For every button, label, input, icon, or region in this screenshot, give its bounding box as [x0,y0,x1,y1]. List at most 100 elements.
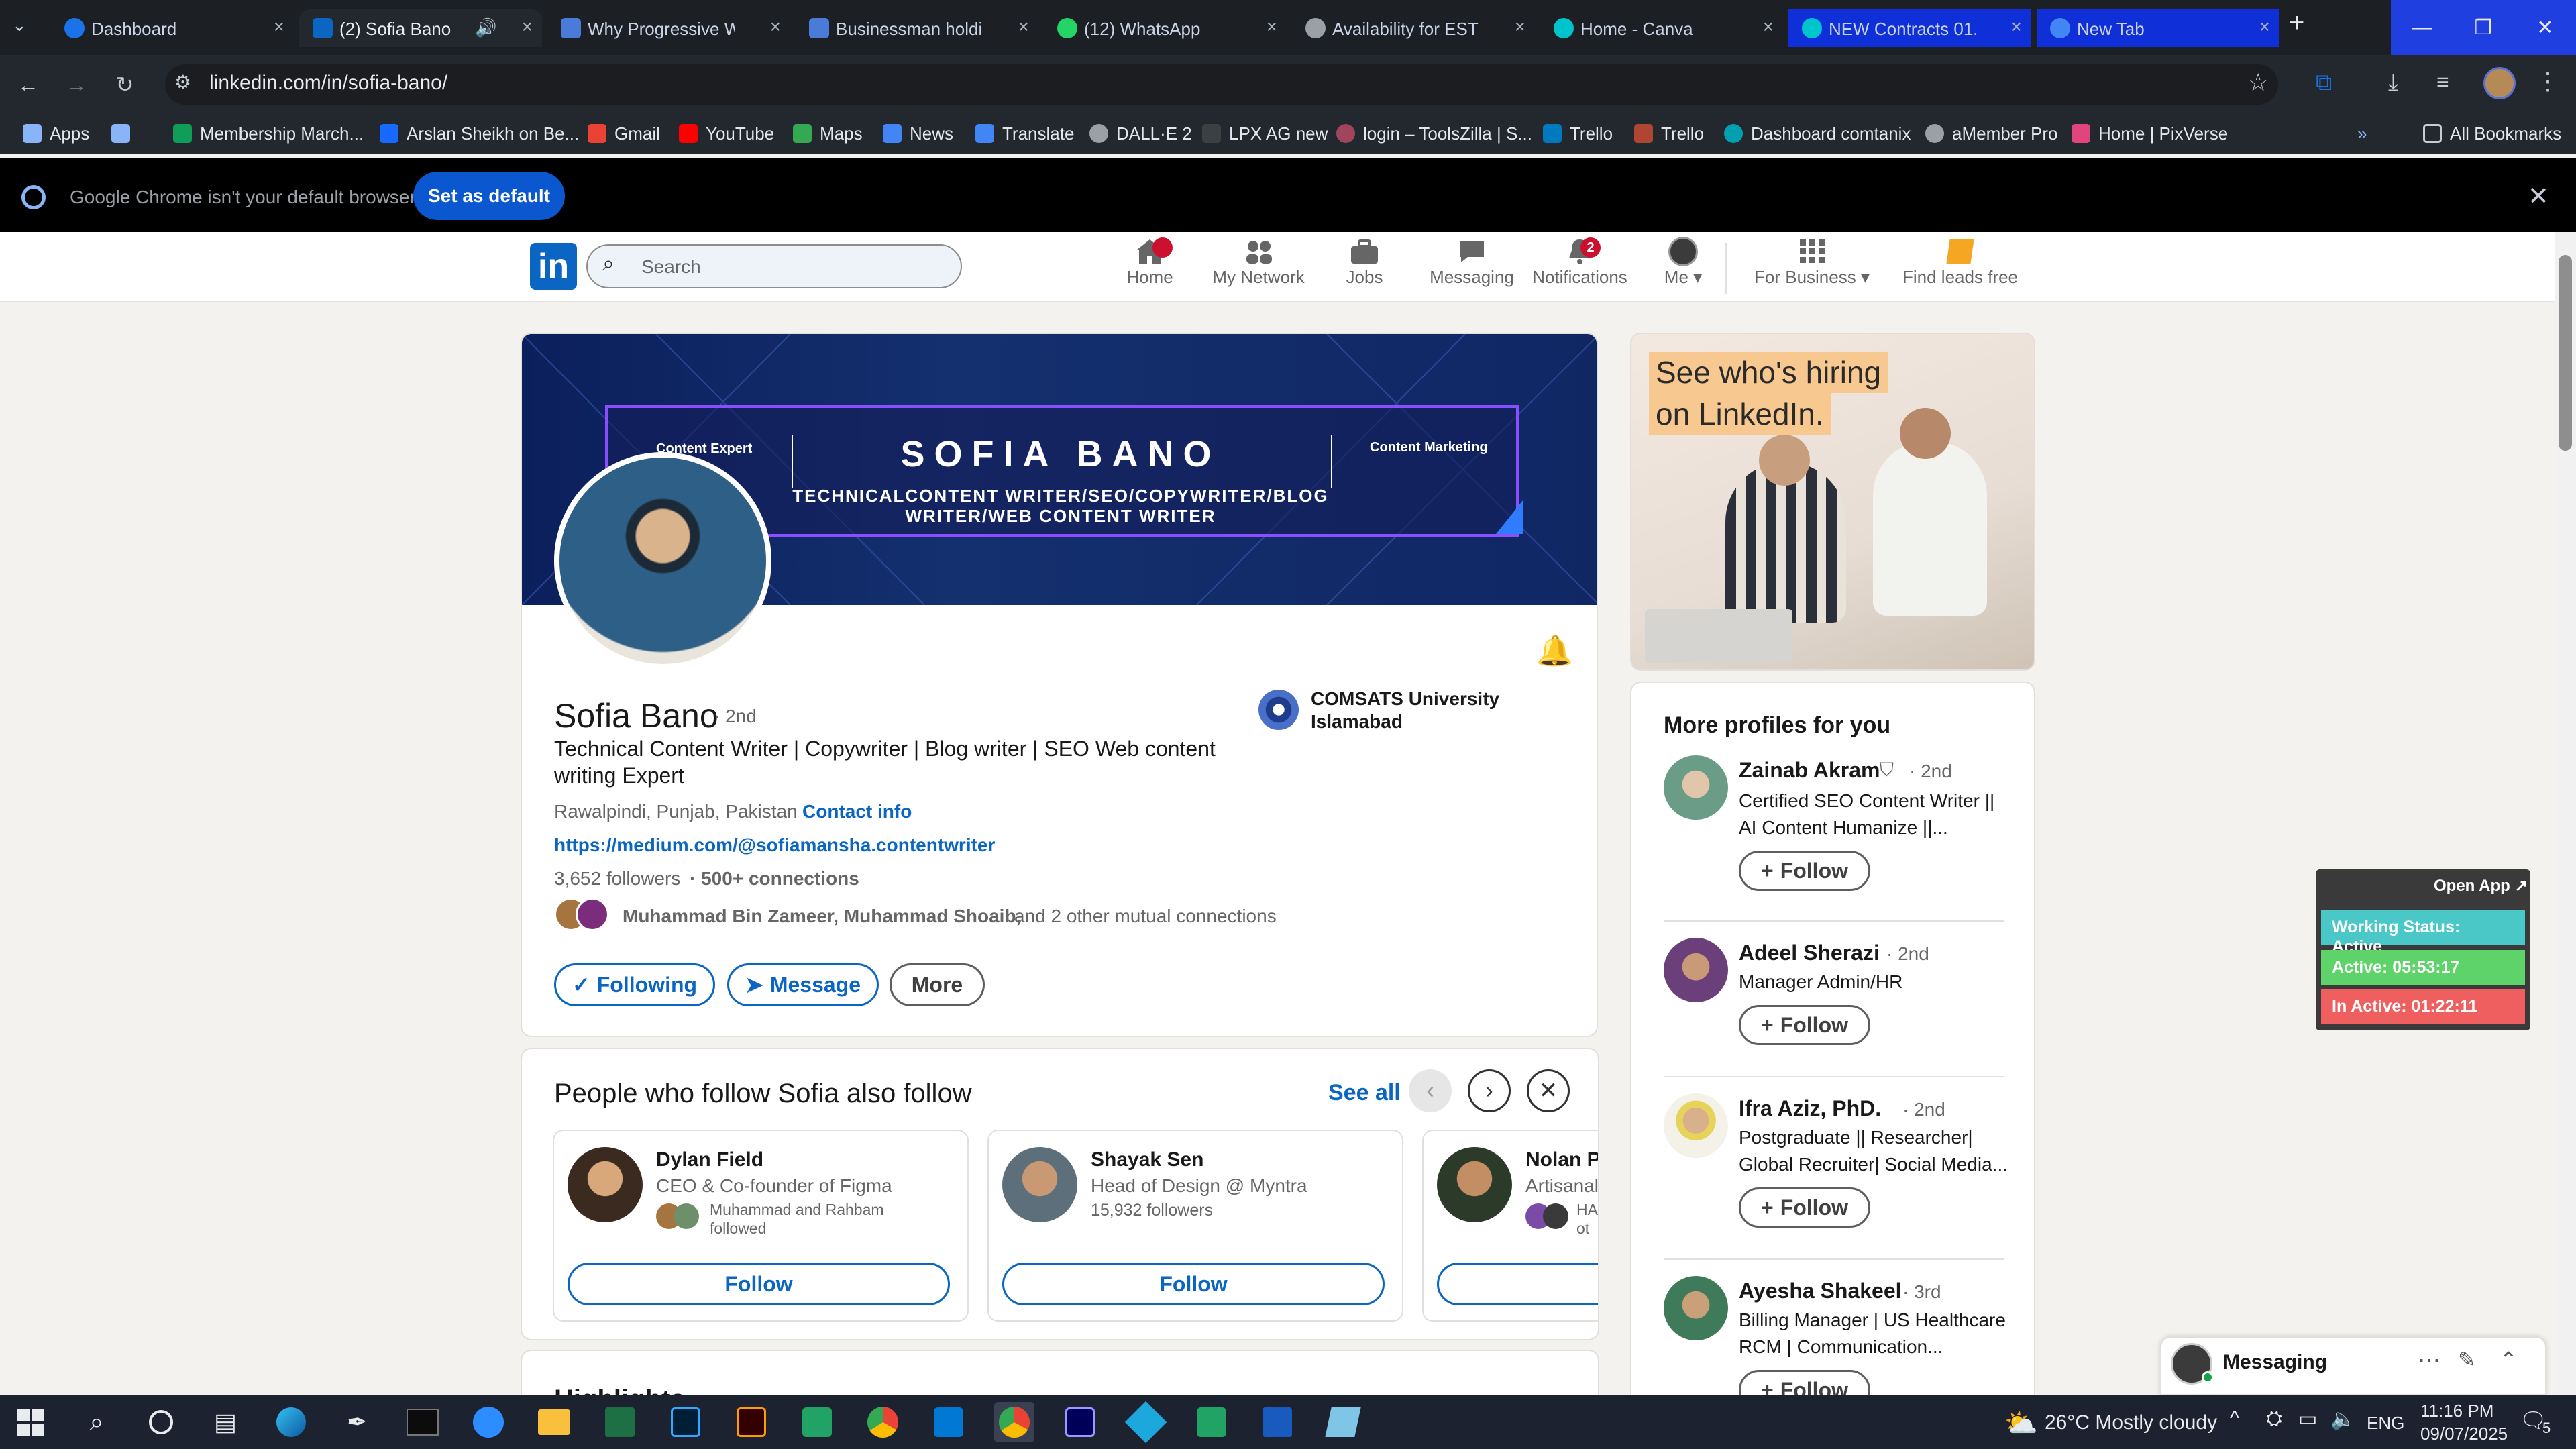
bookmark-toolszilla[interactable]: login – ToolsZilla | S... [1336,119,1532,148]
bookmark-grid[interactable] [111,119,138,148]
bookmark-youtube[interactable]: YouTube [679,119,774,148]
bookmark-lpx[interactable]: LPX AG new [1202,119,1328,148]
bookmark-dalle[interactable]: DALL·E 2 [1089,119,1192,148]
bookmark-membership[interactable]: Membership March... [173,119,364,148]
tab-close-icon[interactable]: × [770,16,781,38]
sheets-app-icon-2[interactable] [1191,1402,1232,1442]
chrome-active-icon[interactable] [994,1402,1034,1442]
school-name-2[interactable]: Islamabad [1311,711,1403,733]
followers-count[interactable]: 3,652 followers [554,868,680,890]
person-name[interactable]: Dylan Field [656,1148,763,1171]
tray-app-icon[interactable]: ⛭ [2266,1407,2282,1430]
task-view-icon[interactable]: ▤ [205,1402,246,1442]
chrome-icon[interactable] [863,1402,903,1442]
chevron-up-icon[interactable]: ⌃ [2500,1347,2518,1373]
person-avatar[interactable] [1002,1147,1077,1222]
person-avatar[interactable] [1437,1147,1512,1222]
profile-avatar[interactable] [1664,1276,1728,1340]
minimize-icon[interactable]: — [2391,0,2453,55]
notes-app-icon[interactable] [1323,1402,1363,1442]
school-name-1[interactable]: COMSATS University [1311,688,1499,710]
bookmark-maps[interactable]: Maps [793,119,863,148]
terminal-icon[interactable] [402,1402,443,1442]
person-avatar[interactable] [568,1147,643,1222]
bookmark-behance[interactable]: Arslan Sheikh on Be... [380,119,579,148]
connections-count[interactable]: · 500+ connections [690,868,859,890]
premiere-icon[interactable] [1060,1402,1100,1442]
clock-time[interactable]: 11:16 PM [2420,1401,2493,1421]
see-all-link[interactable]: See all [1328,1080,1401,1106]
bell-subscribe-icon[interactable]: 🔔 [1536,633,1573,668]
follow-button[interactable]: Follow [568,1263,950,1305]
tab-progressive-web[interactable]: Why Progressive Web × [547,9,790,47]
carousel-prev-icon[interactable]: ‹ [1409,1069,1452,1112]
bookmark-gmail[interactable]: Gmail [588,119,660,148]
scrollbar-thumb[interactable] [2559,255,2572,451]
comsats-logo[interactable] [1258,690,1299,730]
compose-icon[interactable]: ✎ [2458,1347,2476,1373]
url-text[interactable]: linkedin.com/in/sofia-bano/ [209,72,447,95]
tab-new-tab[interactable]: New Tab × [2037,9,2279,47]
suggested-name[interactable]: Adeel Sherazi [1739,941,1880,965]
extensions-icon[interactable]: ⧉ [2316,70,2332,96]
tab-dashboard[interactable]: Dashboard × [51,9,294,47]
nav-notifications[interactable]: Notifications [1529,236,1630,298]
bookmark-trello-2[interactable]: Trello [1634,119,1704,148]
bookmark-pixverse[interactable]: Home | PixVerse [2072,119,2228,148]
tab-close-icon[interactable]: × [2259,16,2270,38]
profile-photo[interactable] [554,452,771,669]
reload-icon[interactable]: ↻ [107,67,142,102]
word-icon[interactable] [1257,1402,1297,1442]
windows-start-icon[interactable] [11,1402,51,1442]
more-bookmarks-icon[interactable]: » [2357,119,2367,148]
follow-button[interactable] [1437,1263,1598,1305]
ad-banner[interactable]: See who's hiring on LinkedIn. [1630,333,2035,671]
close-infobar-icon[interactable]: ✕ [2528,181,2549,211]
contact-info-link[interactable]: Contact info [802,801,912,822]
vscode-icon[interactable] [928,1402,969,1442]
tab-new-contracts[interactable]: NEW Contracts 01.pdf × [1788,9,2031,47]
chrome-menu-icon[interactable]: ⋮ [2536,67,2560,95]
tab-canva[interactable]: Home - Canva × [1540,9,1783,47]
search-icon[interactable]: ⌕ [76,1402,117,1442]
photoshop-icon[interactable] [665,1402,706,1442]
tab-close-icon[interactable]: × [1763,16,1774,38]
speaker-icon[interactable]: 🔊 [475,17,496,38]
tab-close-icon[interactable]: × [1018,16,1029,38]
nav-home[interactable]: Home [1116,236,1183,298]
tab-linkedin-profile[interactable]: (2) Sofia Bano | Li 🔊 × [299,9,542,47]
back-icon[interactable]: ← [11,67,46,102]
edge-icon[interactable] [271,1402,311,1442]
nav-my-network[interactable]: My Network [1205,236,1312,298]
bookmark-news[interactable]: News [883,119,953,148]
network-icon[interactable]: ▭ [2298,1407,2317,1431]
clock-date[interactable]: 09/07/2025 [2420,1424,2508,1444]
linkedin-logo[interactable]: in [530,243,577,290]
weather-icon[interactable]: ⛅ [2004,1407,2038,1439]
pen-icon[interactable]: ✒ [337,1402,377,1442]
tab-close-icon[interactable]: × [1267,16,1277,38]
nav-jobs[interactable]: Jobs [1331,236,1398,298]
dismiss-icon[interactable]: ✕ [1527,1069,1570,1112]
bookmark-translate[interactable]: Translate [975,119,1074,148]
tab-close-icon[interactable]: × [522,16,533,38]
weather-text[interactable]: 26°C Mostly cloudy [2045,1411,2217,1434]
all-bookmarks[interactable]: All Bookmarks [2423,119,2561,148]
tab-whatsapp[interactable]: (12) WhatsApp × [1044,9,1287,47]
restore-icon[interactable]: ❐ [2453,0,2514,55]
close-window-icon[interactable]: ✕ [2514,0,2576,55]
mutual-names[interactable]: Muhammad Bin Zameer, Muhammad Shoaib, [623,906,1021,927]
follow-button[interactable]: + Follow [1739,1005,1870,1045]
message-button[interactable]: ➤ Message [727,963,879,1006]
person-name[interactable]: Shayak Sen [1091,1148,1203,1171]
profile-avatar[interactable] [1664,938,1728,1002]
tab-close-icon[interactable]: × [2011,16,2022,38]
tab-close-icon[interactable]: × [1515,16,1525,38]
open-app-link[interactable]: Open App ↗ [2434,876,2528,896]
follow-button[interactable]: Follow [1002,1263,1385,1305]
tab-close-icon[interactable]: × [274,16,284,38]
nav-find-leads[interactable]: Find leads free [1900,236,2021,298]
volume-icon[interactable]: 🔈 [2330,1407,2355,1431]
messaging-label[interactable]: Messaging [2223,1351,2327,1374]
nav-me[interactable]: Me ▾ [1653,236,1713,298]
